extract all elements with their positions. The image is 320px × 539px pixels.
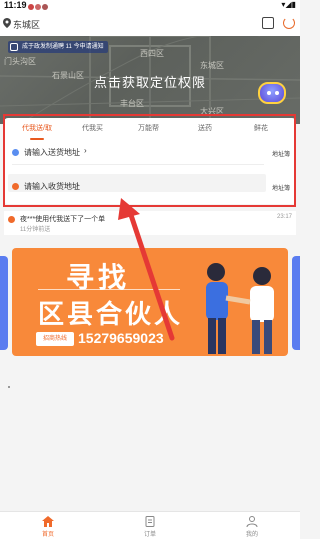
tab-buy-for-me[interactable]: 代我买 <box>82 123 103 133</box>
nav-orders[interactable]: 订单 <box>120 512 180 539</box>
carousel-prev-peek[interactable] <box>0 256 8 350</box>
tab-flowers[interactable]: 鲜花 <box>254 123 268 133</box>
hotline-badge: 招商热线 <box>36 332 74 346</box>
chevron-right-icon: › <box>76 180 79 189</box>
promo-carousel[interactable]: 寻找 区县合伙人 招商热线 15279659023 <box>0 246 300 358</box>
receive-address-label: 请输入收货地址 <box>24 182 80 191</box>
location-pin-icon <box>3 18 11 28</box>
permission-banner-text: 成于政发制通聘 11 今申请通知 <box>22 44 104 50</box>
receive-dot-icon <box>12 183 19 190</box>
status-time: 11:19 <box>4 0 27 10</box>
nav-home-label: 首页 <box>41 532 54 538</box>
receive-address-row[interactable]: 请输入收货地址 › 地址簿 <box>12 180 290 194</box>
banner-divider <box>38 289 180 290</box>
carousel-next-peek[interactable] <box>292 256 300 350</box>
dot <box>8 386 10 388</box>
nav-orders-label: 订单 <box>143 532 156 538</box>
bottom-nav: 首页 订单 我的 <box>0 511 300 539</box>
notification-icons <box>28 2 49 12</box>
active-tab-indicator <box>30 138 44 140</box>
service-tabs: 代我送/取 代我买 万能帮 送药 鲜花 <box>4 123 296 140</box>
map-label: 大兴区 <box>200 107 224 116</box>
location-permission-prompt[interactable]: 点击获取定位权限 <box>0 72 300 91</box>
location-label[interactable]: 东城区 <box>13 18 40 31</box>
hotline-number[interactable]: 15279659023 <box>78 330 164 346</box>
map-label: 西四区 <box>140 49 164 58</box>
map-label: 东城区 <box>200 61 224 70</box>
order-card: 代我送/取 代我买 万能帮 送药 鲜花 请输入送货地址 › 地址簿 请输入收货地… <box>4 118 296 204</box>
map-label: 丰台区 <box>120 99 144 108</box>
notice-time: 23:17 <box>276 214 292 220</box>
tab-deliver-pickup[interactable]: 代我送/取 <box>22 123 52 133</box>
home-icon <box>42 516 54 527</box>
banner-headline: 寻找 <box>66 262 131 293</box>
order-icon <box>145 516 155 527</box>
tab-medicine[interactable]: 送药 <box>198 123 212 133</box>
nav-profile[interactable]: 我的 <box>222 512 282 539</box>
refresh-icon[interactable] <box>283 17 295 29</box>
notice-subtext: 11分钟前送 <box>20 227 51 233</box>
assistant-robot-icon[interactable] <box>258 82 286 104</box>
map-label: 门头沟区 <box>4 57 36 66</box>
partner-recruit-banner[interactable]: 寻找 区县合伙人 招商热线 15279659023 <box>12 248 288 356</box>
status-bar: 11:19 ▾◢▮ <box>0 0 300 12</box>
map-view[interactable]: 门头沟区 东城区 石景山区 丰台区 大兴区 西四区 成于政发制通聘 11 今申请… <box>0 36 300 124</box>
shield-icon <box>10 43 18 51</box>
permission-banner[interactable]: 成于政发制通聘 11 今申请通知 <box>8 41 108 53</box>
notice-text: 夜***使用代我送下了一个单 <box>20 216 106 223</box>
profile-icon <box>246 516 258 527</box>
address-book-link[interactable]: 地址簿 <box>272 149 290 158</box>
tab-universal-help[interactable]: 万能帮 <box>138 123 159 133</box>
scan-icon[interactable] <box>262 17 274 29</box>
chevron-right-icon: › <box>84 146 87 155</box>
banner-subheadline: 区县合伙人 <box>38 299 184 329</box>
send-dot-icon <box>12 149 19 156</box>
nav-profile-label: 我的 <box>245 532 258 538</box>
notice-dot-icon <box>8 216 15 223</box>
order-notice[interactable]: 夜***使用代我送下了一个单 11分钟前送 23:17 <box>4 211 296 235</box>
nav-home[interactable]: 首页 <box>18 512 78 539</box>
address-book-link[interactable]: 地址簿 <box>272 183 290 192</box>
top-bar: 东城区 <box>0 12 300 36</box>
handshake-illustration <box>206 263 274 354</box>
send-address-label: 请输入送货地址 <box>24 148 80 157</box>
send-address-row[interactable]: 请输入送货地址 › 地址簿 <box>12 146 290 160</box>
divider <box>12 164 264 165</box>
signal-battery-icons: ▾◢▮ <box>281 0 296 9</box>
